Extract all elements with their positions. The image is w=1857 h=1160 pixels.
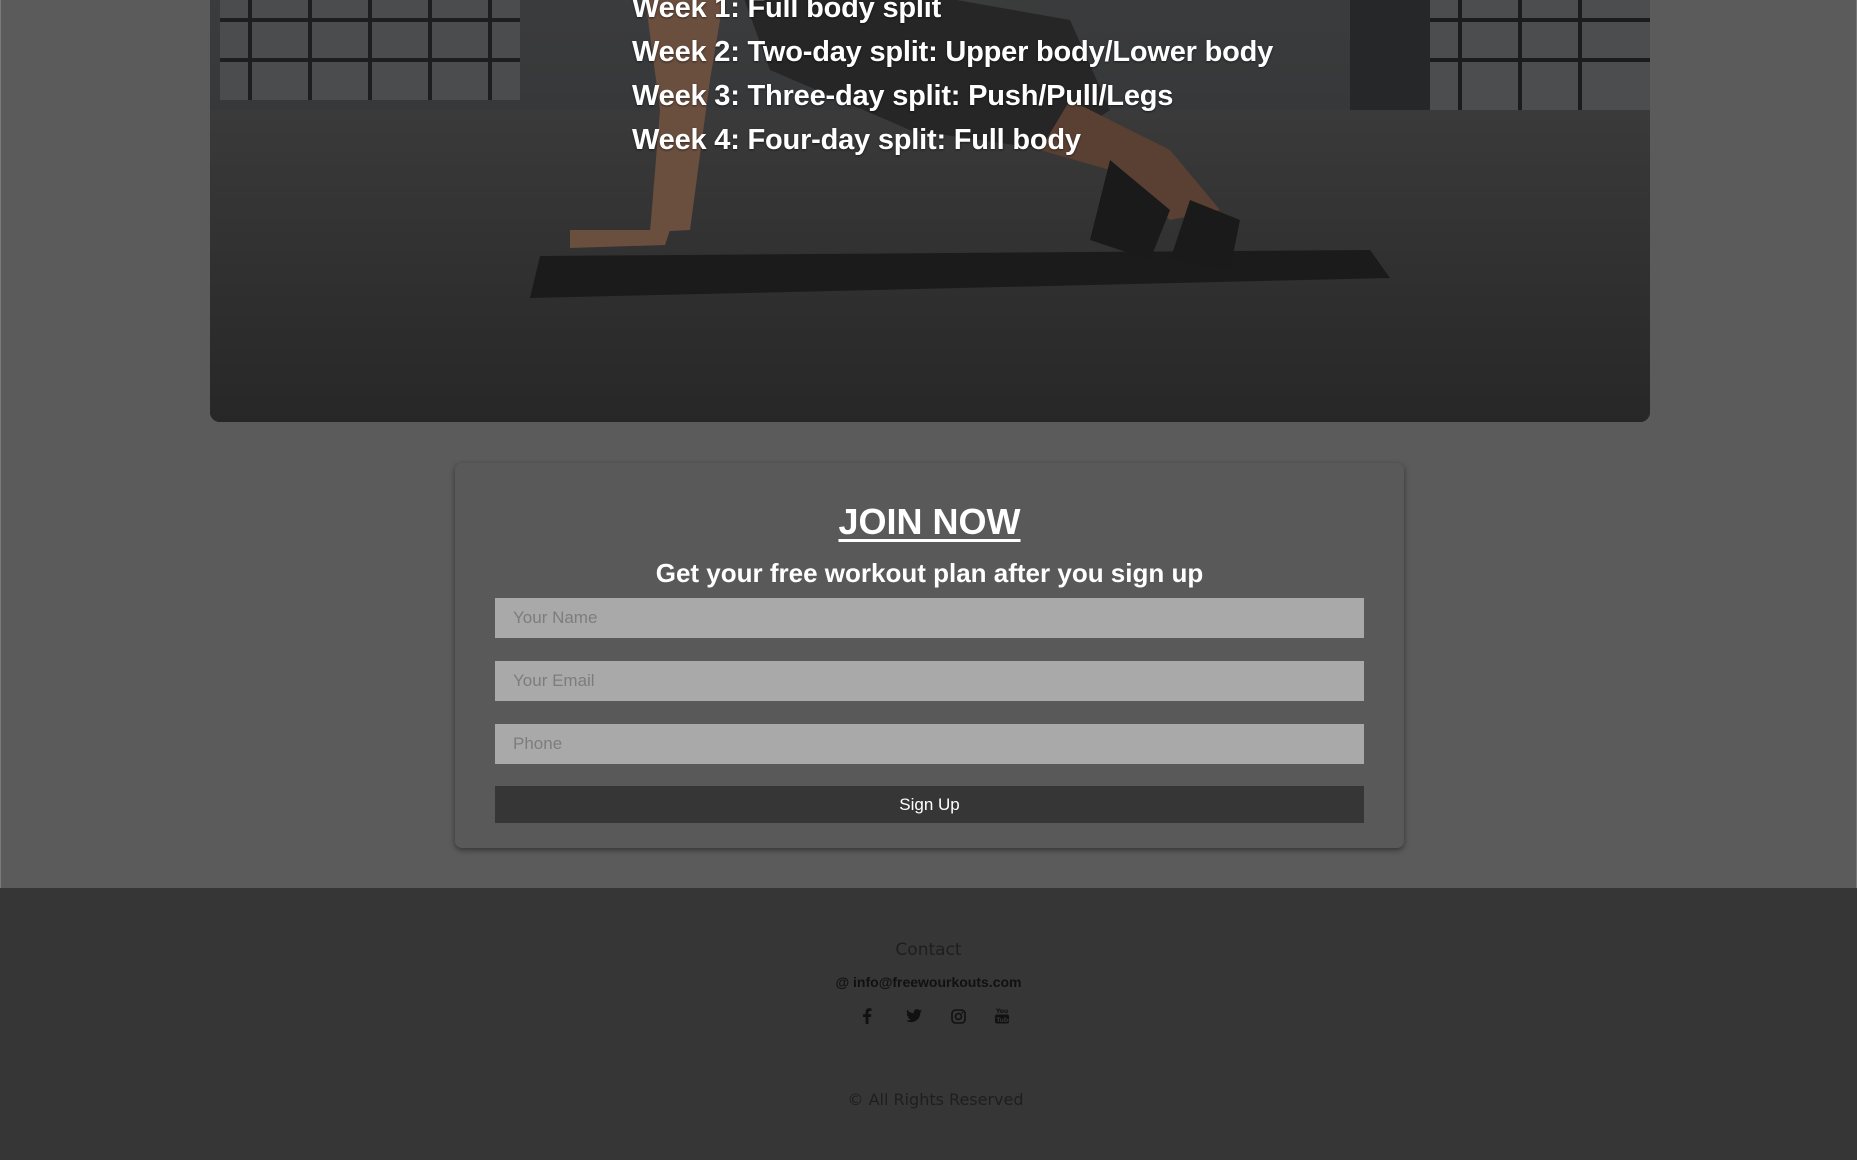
week-1-item: Week 1: Full body split — [632, 0, 942, 24]
week-3-item: Week 3: Three-day split: Push/Pull/Legs — [632, 80, 1174, 112]
twitter-icon[interactable] — [904, 1006, 924, 1026]
name-input[interactable] — [495, 598, 1364, 638]
social-links: You Tube — [0, 1006, 1857, 1030]
sign-up-button[interactable]: Sign Up — [495, 786, 1364, 823]
facebook-icon[interactable] — [857, 1006, 877, 1026]
email-input[interactable] — [495, 661, 1364, 701]
phone-input[interactable] — [495, 724, 1364, 764]
instagram-icon[interactable] — [948, 1006, 968, 1026]
signup-subtitle: Get your free workout plan after you sig… — [655, 558, 1204, 588]
contact-email-link[interactable]: @ info@freewourkouts.com — [0, 974, 1857, 990]
week-4-item: Week 4: Four-day split: Full body — [632, 124, 1081, 156]
svg-text:You: You — [995, 1008, 1008, 1015]
footer: Contact @ info@freewourkouts.com You Tube… — [0, 888, 1857, 1160]
week-2-item: Week 2: Two-day split: Upper body/Lower … — [632, 36, 1274, 68]
signup-card: JOIN NOW Get your free workout plan afte… — [455, 463, 1404, 848]
copyright-text: © All Rights Reserved — [847, 1090, 1024, 1109]
hero-image: Week 1: Full body split Week 2: Two-day … — [210, 0, 1650, 422]
main-section: Week 1: Full body split Week 2: Two-day … — [0, 0, 1857, 888]
workout-plan-list: Week 1: Full body split Week 2: Two-day … — [632, 0, 1273, 162]
contact-heading: Contact — [895, 940, 962, 960]
youtube-icon[interactable]: You Tube — [992, 1006, 1012, 1026]
svg-text:Tube: Tube — [996, 1017, 1010, 1024]
join-now-title: JOIN NOW — [838, 501, 1021, 542]
